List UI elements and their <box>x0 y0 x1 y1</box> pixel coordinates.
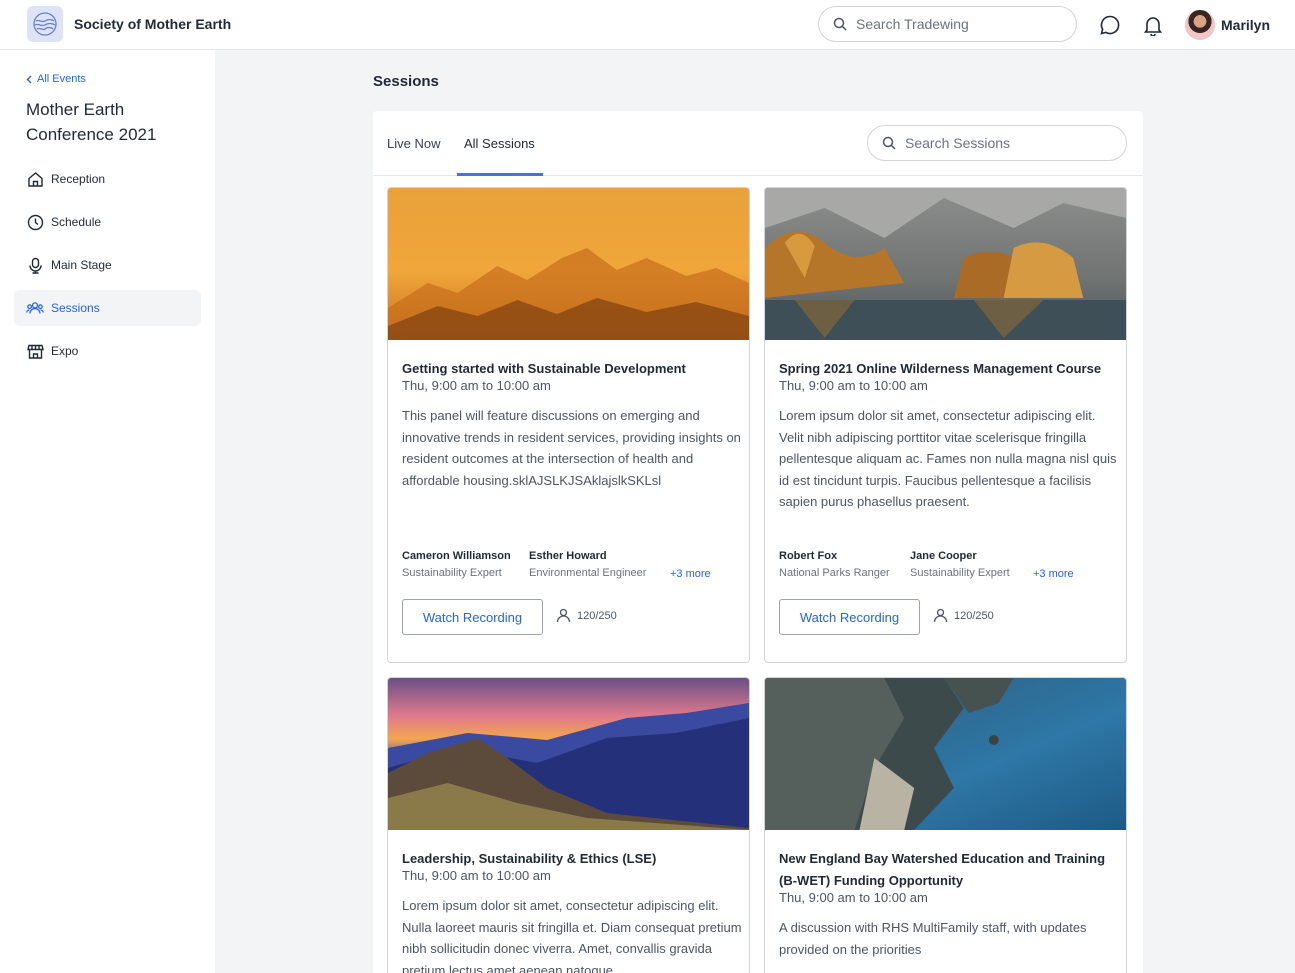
session-thumbnail <box>388 678 749 830</box>
sidebar-item-label: Expo <box>51 344 79 358</box>
global-search[interactable] <box>818 6 1077 42</box>
speaker: Robert Fox National Parks Ranger <box>779 550 890 579</box>
session-title[interactable]: New England Bay Watershed Education and … <box>779 848 1119 892</box>
session-description: Lorem ipsum dolor sit amet, consectetur … <box>779 408 1117 510</box>
search-icon <box>833 17 847 31</box>
speaker-name: Esther Howard <box>529 550 607 562</box>
sidebar-item-schedule[interactable]: Schedule <box>14 204 201 240</box>
clock-icon <box>26 213 44 231</box>
sidebar: All Events Mother Earth Conference 2021 … <box>0 50 215 973</box>
speaker: Cameron Williamson Sustainability Expert <box>402 550 511 579</box>
session-search[interactable] <box>867 125 1127 161</box>
sessions-panel: Live Now All Sessions Getting started wi… <box>373 111 1143 973</box>
session-card[interactable]: Getting started with Sustainable Develop… <box>387 187 750 663</box>
speaker-role: National Parks Ranger <box>779 567 890 579</box>
speaker-role: Sustainability Expert <box>910 567 1010 579</box>
sidebar-item-label: Sessions <box>51 301 100 315</box>
search-icon <box>882 136 896 150</box>
capacity-count: 120/250 <box>577 609 617 622</box>
session-title[interactable]: Spring 2021 Online Wilderness Management… <box>779 358 1119 380</box>
sidebar-item-label: Main Stage <box>51 258 112 272</box>
user-icon <box>556 608 571 623</box>
globe-logo-icon <box>33 12 57 36</box>
session-description: A discussion with RHS MultiFamily staff,… <box>779 920 1087 957</box>
session-time: Thu, 9:00 am to 10:00 am <box>779 378 928 393</box>
chevron-left-icon <box>26 75 32 83</box>
session-description: Lorem ipsum dolor sit amet, consectetur … <box>402 898 742 973</box>
bell-icon <box>1143 17 1163 36</box>
session-time: Thu, 9:00 am to 10:00 am <box>402 378 551 393</box>
users-icon <box>26 299 44 317</box>
sidebar-item-main-stage[interactable]: Main Stage <box>14 247 201 283</box>
speaker: Esther Howard Environmental Engineer <box>529 550 646 579</box>
page-title: Sessions <box>373 73 439 90</box>
tab-all-sessions[interactable]: All Sessions <box>464 136 535 151</box>
global-search-input[interactable] <box>856 16 1056 32</box>
org-name: Society of Mother Earth <box>74 16 232 32</box>
user-icon <box>933 608 948 623</box>
capacity: 120/250 <box>556 608 617 623</box>
all-events-link[interactable]: All Events <box>26 73 86 85</box>
notifications-button[interactable] <box>1141 13 1165 37</box>
speaker-role: Sustainability Expert <box>402 567 502 579</box>
sidebar-item-expo[interactable]: Expo <box>14 333 201 369</box>
session-search-input[interactable] <box>905 135 1105 151</box>
more-speakers-link[interactable]: +3 more <box>670 568 711 580</box>
user-avatar[interactable] <box>1185 10 1215 40</box>
messages-button[interactable] <box>1098 13 1122 37</box>
chat-bubble-icon <box>1100 15 1120 35</box>
watch-recording-button[interactable]: Watch Recording <box>779 599 920 635</box>
session-title[interactable]: Leadership, Sustainability & Ethics (LSE… <box>402 848 742 870</box>
session-card[interactable]: Spring 2021 Online Wilderness Management… <box>764 187 1127 663</box>
sidebar-item-label: Reception <box>51 172 106 186</box>
more-speakers-link[interactable]: +3 more <box>1033 568 1074 580</box>
tabs-bar: Live Now All Sessions <box>373 111 1143 176</box>
session-card[interactable]: Leadership, Sustainability & Ethics (LSE… <box>387 677 750 973</box>
sidebar-item-sessions[interactable]: Sessions <box>14 290 201 326</box>
event-title: Mother Earth Conference 2021 <box>26 100 157 144</box>
session-time: Thu, 9:00 am to 10:00 am <box>779 890 928 905</box>
user-name[interactable]: Marilyn <box>1221 17 1270 33</box>
speaker: Jane Cooper Sustainability Expert <box>910 550 1010 579</box>
session-description: This panel will feature discussions on e… <box>402 408 741 488</box>
session-title[interactable]: Getting started with Sustainable Develop… <box>402 358 742 380</box>
org-logo[interactable] <box>27 6 63 42</box>
session-thumbnail <box>765 188 1126 340</box>
sidebar-item-reception[interactable]: Reception <box>14 161 201 197</box>
speaker-name: Robert Fox <box>779 550 838 562</box>
session-thumbnail <box>388 188 749 340</box>
sidebar-item-label: Schedule <box>51 215 102 229</box>
speaker-name: Cameron Williamson <box>402 550 511 562</box>
capacity-count: 120/250 <box>954 609 994 622</box>
home-icon <box>26 170 44 188</box>
session-card[interactable]: New England Bay Watershed Education and … <box>764 677 1127 973</box>
speaker-role: Environmental Engineer <box>529 567 647 579</box>
tab-live-now[interactable]: Live Now <box>387 136 440 151</box>
store-icon <box>26 342 44 360</box>
all-events-label: All Events <box>37 73 86 85</box>
speaker-name: Jane Cooper <box>910 550 977 562</box>
watch-recording-button[interactable]: Watch Recording <box>402 599 543 635</box>
sidebar-nav: Reception Schedule Main Stage Sessions E… <box>14 161 201 376</box>
microphone-icon <box>26 256 44 274</box>
top-bar: Society of Mother Earth Marilyn <box>0 0 1295 50</box>
active-tab-indicator <box>457 173 543 176</box>
capacity: 120/250 <box>933 608 994 623</box>
session-thumbnail <box>765 678 1126 830</box>
session-time: Thu, 9:00 am to 10:00 am <box>402 868 551 883</box>
